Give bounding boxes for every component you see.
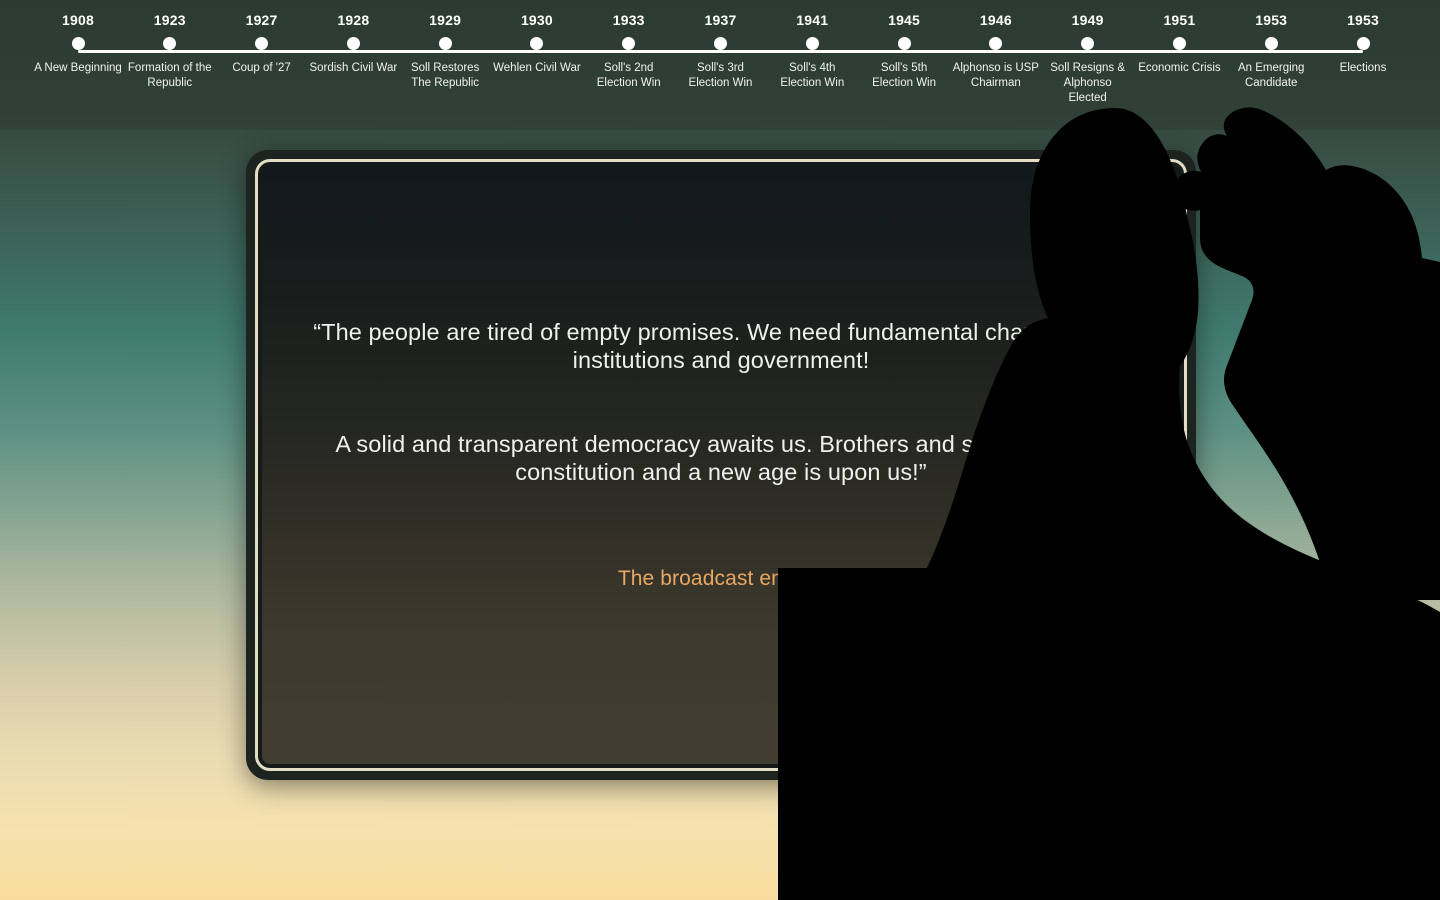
timeline-node-label: Alphonso is USP Chairman: [952, 62, 1039, 89]
timeline-node-year: 1951: [1163, 12, 1196, 28]
timeline-node-dot[interactable]: [346, 37, 360, 50]
timeline-node-year: 1933: [612, 12, 645, 28]
timeline-node-dot[interactable]: [989, 37, 1003, 50]
timeline-node[interactable]: 1953 Elections: [1317, 0, 1409, 76]
timeline-node-label: Soll Resigns & Alphonso Elected: [1050, 62, 1126, 104]
timeline-node-label: An Emerging Candidate: [1237, 62, 1305, 89]
timeline-node[interactable]: 1937 Soll's 3rd Election Win: [675, 0, 767, 91]
timeline-node-year: 1946: [979, 12, 1012, 28]
timeline-node-label: Soll's 3rd Election Win: [688, 62, 753, 89]
timeline-node-label: A New Beginning: [34, 62, 122, 74]
speech-paragraph-1: “The people are tired of empty promises.…: [313, 319, 1129, 373]
timeline-node[interactable]: 1928 Sordish Civil War: [307, 0, 399, 76]
timeline-node-dot[interactable]: [897, 37, 911, 50]
timeline-node[interactable]: 1953 An Emerging Candidate: [1225, 0, 1317, 91]
timeline-node-dot[interactable]: [622, 37, 636, 50]
timeline-node-year: 1949: [1071, 12, 1104, 28]
timeline-node-label: Soll's 5th Election Win: [872, 62, 937, 89]
timeline: 1908 A New Beginning 1923 Formation of the …: [0, 0, 1440, 130]
television-set: “The people are tired of empty promises.…: [246, 150, 1196, 780]
speech-paragraph-2: A solid and transparent democracy awaits…: [335, 431, 1107, 485]
timeline-node-year: 1927: [245, 12, 278, 28]
timeline-node-year: 1908: [62, 12, 94, 28]
timeline-node-year: 1941: [796, 12, 829, 28]
timeline-node-label: Elections: [1339, 62, 1387, 74]
timeline-node-year: 1928: [337, 12, 370, 28]
timeline-node-year: 1945: [888, 12, 921, 28]
timeline-node[interactable]: 1930 Wehlen Civil War: [491, 0, 583, 76]
timeline-node[interactable]: 1945 Soll's 5th Election Win: [858, 0, 950, 91]
timeline-node[interactable]: 1946 Alphonso is USP Chairman: [950, 0, 1042, 91]
timeline-node[interactable]: 1908 A New Beginning: [32, 0, 124, 76]
timeline-node-label: Soll Restores The Republic: [410, 62, 480, 89]
timeline-node-label: Economic Crisis: [1138, 62, 1221, 74]
timeline-node[interactable]: 1929 Soll Restores The Republic: [399, 0, 491, 91]
timeline-node-dot[interactable]: [1356, 37, 1370, 50]
timeline-node-label: Wehlen Civil War: [493, 62, 581, 74]
timeline-node[interactable]: 1923 Formation of the Republic: [124, 0, 216, 91]
timeline-node-year: 1930: [520, 12, 553, 28]
timeline-node-label: Coup of '27: [232, 62, 291, 74]
timeline-node-dot[interactable]: [530, 37, 544, 50]
timeline-node-year: 1937: [704, 12, 737, 28]
timeline-node-label: Soll's 2nd Election Win: [596, 62, 661, 89]
timeline-node-dot[interactable]: [1081, 37, 1095, 50]
timeline-node-label: Formation of the Republic: [127, 62, 212, 89]
timeline-node-dot[interactable]: [255, 37, 269, 50]
timeline-node-label: Sordish Civil War: [309, 62, 398, 74]
timeline-node[interactable]: 1927 Coup of '27: [216, 0, 308, 76]
timeline-node-year: 1929: [429, 12, 462, 28]
timeline-node-dot[interactable]: [1172, 37, 1186, 50]
timeline-node[interactable]: 1941 Soll's 4th Election Win: [766, 0, 858, 91]
broadcast-text-block: “The people are tired of empty promises.…: [262, 318, 1180, 592]
timeline-node-dot[interactable]: [1264, 37, 1278, 50]
timeline-node-year: 1923: [153, 12, 186, 28]
timeline-node-dot[interactable]: [163, 37, 177, 50]
broadcast-status-text: The broadcast ended.: [617, 567, 825, 590]
timeline-node-dot[interactable]: [714, 37, 727, 50]
timeline-node[interactable]: 1951 Economic Crisis: [1133, 0, 1225, 76]
timeline-node-dot[interactable]: [805, 37, 819, 50]
timeline-node-dot[interactable]: [438, 37, 452, 50]
timeline-node-label: Soll's 4th Election Win: [780, 62, 845, 89]
timeline-node[interactable]: 1949 Soll Resigns & Alphonso Elected: [1042, 0, 1134, 106]
timeline-node-year: 1953: [1255, 12, 1288, 28]
timeline-node[interactable]: 1933 Soll's 2nd Election Win: [583, 0, 675, 91]
tv-screen: “The people are tired of empty promises.…: [262, 166, 1180, 764]
timeline-node-year: 1953: [1347, 12, 1379, 28]
timeline-node-dot[interactable]: [71, 37, 85, 50]
